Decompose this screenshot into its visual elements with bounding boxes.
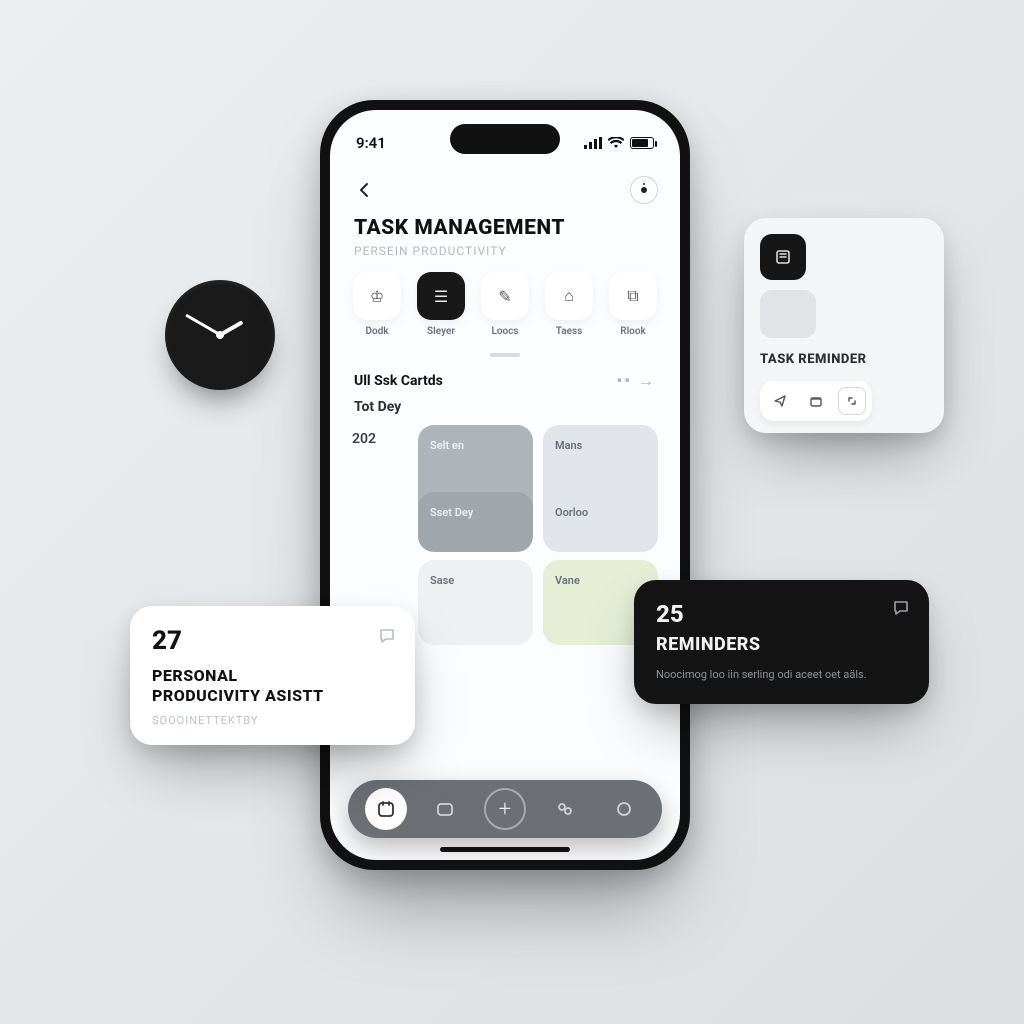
chip-label: Loocs xyxy=(491,326,518,337)
phone-screen: 9:41 TASK MANAGEMENT PERSEIN PRODUCTIVIT… xyxy=(330,110,680,860)
nav-add-button[interactable]: + xyxy=(484,788,526,830)
bottom-nav: + xyxy=(348,780,662,838)
nav-home[interactable] xyxy=(365,788,407,830)
title-block: TASK MANAGEMENT PERSEIN PRODUCTIVITY xyxy=(330,210,680,272)
task-card[interactable]: Oorloo xyxy=(543,492,658,552)
clock-hour-hand xyxy=(219,320,244,336)
chip-icon: ⌂ xyxy=(545,272,593,320)
signal-icon xyxy=(584,137,602,149)
personal-productivity-card[interactable]: 27 PERSONAL PRODUCIVITY ASISTT SOOOINETT… xyxy=(130,606,415,745)
section-subtitle: Tot Dey xyxy=(330,399,680,425)
reminder-actions xyxy=(760,381,872,421)
chip-icon: ♔ xyxy=(353,272,401,320)
nav-projects[interactable] xyxy=(424,788,466,830)
dynamic-island xyxy=(450,124,560,154)
personal-count: 27 xyxy=(152,626,393,656)
clock-minute-hand xyxy=(185,314,221,337)
chip-loocs[interactable]: ✎ Loocs xyxy=(478,272,532,337)
task-card[interactable]: Sset Dey xyxy=(418,492,533,552)
reminder-title: TASK REMINDER xyxy=(760,352,928,367)
chip-icon: ☰ xyxy=(417,272,465,320)
wifi-icon xyxy=(608,137,624,149)
section-header: Ull Ssk Cartds •• → xyxy=(330,367,680,399)
back-button[interactable] xyxy=(352,177,378,203)
page-subtitle: PERSEIN PRODUCTIVITY xyxy=(354,244,656,258)
chip-label: Rlook xyxy=(620,326,646,337)
nav-settings[interactable] xyxy=(603,788,645,830)
nav-stats[interactable] xyxy=(544,788,586,830)
drag-handle[interactable] xyxy=(490,353,520,357)
phone-frame: 9:41 TASK MANAGEMENT PERSEIN PRODUCTIVIT… xyxy=(320,100,690,870)
chip-label: Dodk xyxy=(365,326,388,337)
chat-icon[interactable] xyxy=(377,626,397,646)
chip-label: Sleyer xyxy=(427,326,455,337)
chip-icon: ⧉ xyxy=(609,272,657,320)
analog-clock xyxy=(165,280,275,390)
home-indicator[interactable] xyxy=(440,847,570,852)
chip-dodk[interactable]: ♔ Dodk xyxy=(350,272,404,337)
status-icons xyxy=(584,137,654,149)
task-card[interactable]: Sase xyxy=(418,560,533,645)
personal-title: PERSONAL PRODUCIVITY ASISTT xyxy=(152,666,393,706)
reminder-placeholder xyxy=(760,290,816,338)
section-title: Ull Ssk Cartds xyxy=(354,373,443,389)
action-expand-icon[interactable] xyxy=(838,387,866,415)
section-more-button[interactable]: •• → xyxy=(617,371,656,391)
chip-rlook[interactable]: ⧉ Rlook xyxy=(606,272,660,337)
task-grid-row-1b: Sset Dey Oorloo xyxy=(330,492,680,552)
personal-subtitle: SOOOINETTEKTBY xyxy=(152,714,393,727)
reminders-card[interactable]: 25 REMINDERS Noocimog loo iin serling od… xyxy=(634,580,929,704)
chip-sleyer[interactable]: ☰ Sleyer xyxy=(414,272,468,337)
action-send-icon[interactable] xyxy=(766,387,794,415)
profile-button[interactable] xyxy=(630,176,658,204)
reminder-header-icon xyxy=(760,234,806,280)
status-time: 9:41 xyxy=(356,134,386,152)
screen-header xyxy=(330,158,680,210)
chat-icon[interactable] xyxy=(891,598,911,618)
reminders-count: 25 xyxy=(656,600,907,628)
action-archive-icon[interactable] xyxy=(802,387,830,415)
chip-label: Taess xyxy=(556,326,583,337)
page-title: TASK MANAGEMENT xyxy=(354,216,656,240)
reminders-title: REMINDERS xyxy=(656,634,907,655)
reminders-subtitle: Noocimog loo iin serling odi aceet oet a… xyxy=(656,667,907,684)
chip-icon: ✎ xyxy=(481,272,529,320)
chip-taess[interactable]: ⌂ Taess xyxy=(542,272,596,337)
battery-icon xyxy=(630,137,654,149)
task-reminder-widget[interactable]: TASK REMINDER xyxy=(744,218,944,433)
category-chips: ♔ Dodk ☰ Sleyer ✎ Loocs ⌂ Taess ⧉ Rlook xyxy=(330,272,680,347)
